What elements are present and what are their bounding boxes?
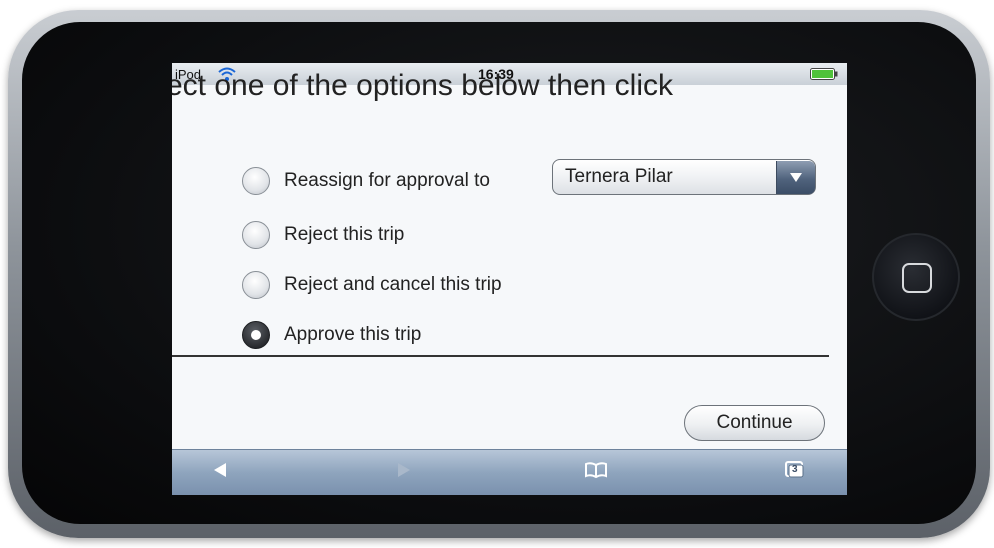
home-square-icon	[902, 263, 932, 293]
forward-arrow-icon[interactable]	[394, 460, 414, 485]
web-page: ect one of the options below then click …	[172, 69, 847, 449]
safari-toolbar: 3	[172, 449, 847, 495]
screen: iPod 16:39 ect one of the options below …	[172, 63, 847, 495]
battery-icon	[810, 68, 838, 83]
radio-approve[interactable]	[242, 321, 270, 349]
option-reassign[interactable]: Reassign for approval to	[242, 167, 490, 195]
continue-button[interactable]: Continue	[684, 405, 825, 441]
radio-reject-cancel[interactable]	[242, 271, 270, 299]
radio-reject[interactable]	[242, 221, 270, 249]
option-approve[interactable]: Approve this trip	[242, 321, 421, 349]
option-reassign-label: Reassign for approval to	[284, 170, 490, 191]
back-arrow-icon[interactable]	[210, 460, 230, 485]
pages-count: 3	[792, 464, 798, 475]
option-approve-label: Approve this trip	[284, 324, 422, 345]
home-button[interactable]	[872, 233, 960, 321]
approver-select-value: Ternera Pilar	[565, 166, 673, 187]
pages-icon[interactable]: 3	[784, 460, 806, 485]
option-reject[interactable]: Reject this trip	[242, 221, 404, 249]
option-reject-cancel[interactable]: Reject and cancel this trip	[242, 271, 502, 299]
approver-select[interactable]: Ternera Pilar	[552, 159, 816, 195]
bookmarks-icon[interactable]	[584, 460, 608, 485]
chevron-down-icon	[776, 160, 815, 194]
divider	[172, 355, 829, 357]
option-reject-label: Reject this trip	[284, 224, 405, 245]
instruction-text: ect one of the options below then click	[172, 69, 673, 102]
option-reject-cancel-label: Reject and cancel this trip	[284, 274, 502, 295]
radio-reassign[interactable]	[242, 167, 270, 195]
